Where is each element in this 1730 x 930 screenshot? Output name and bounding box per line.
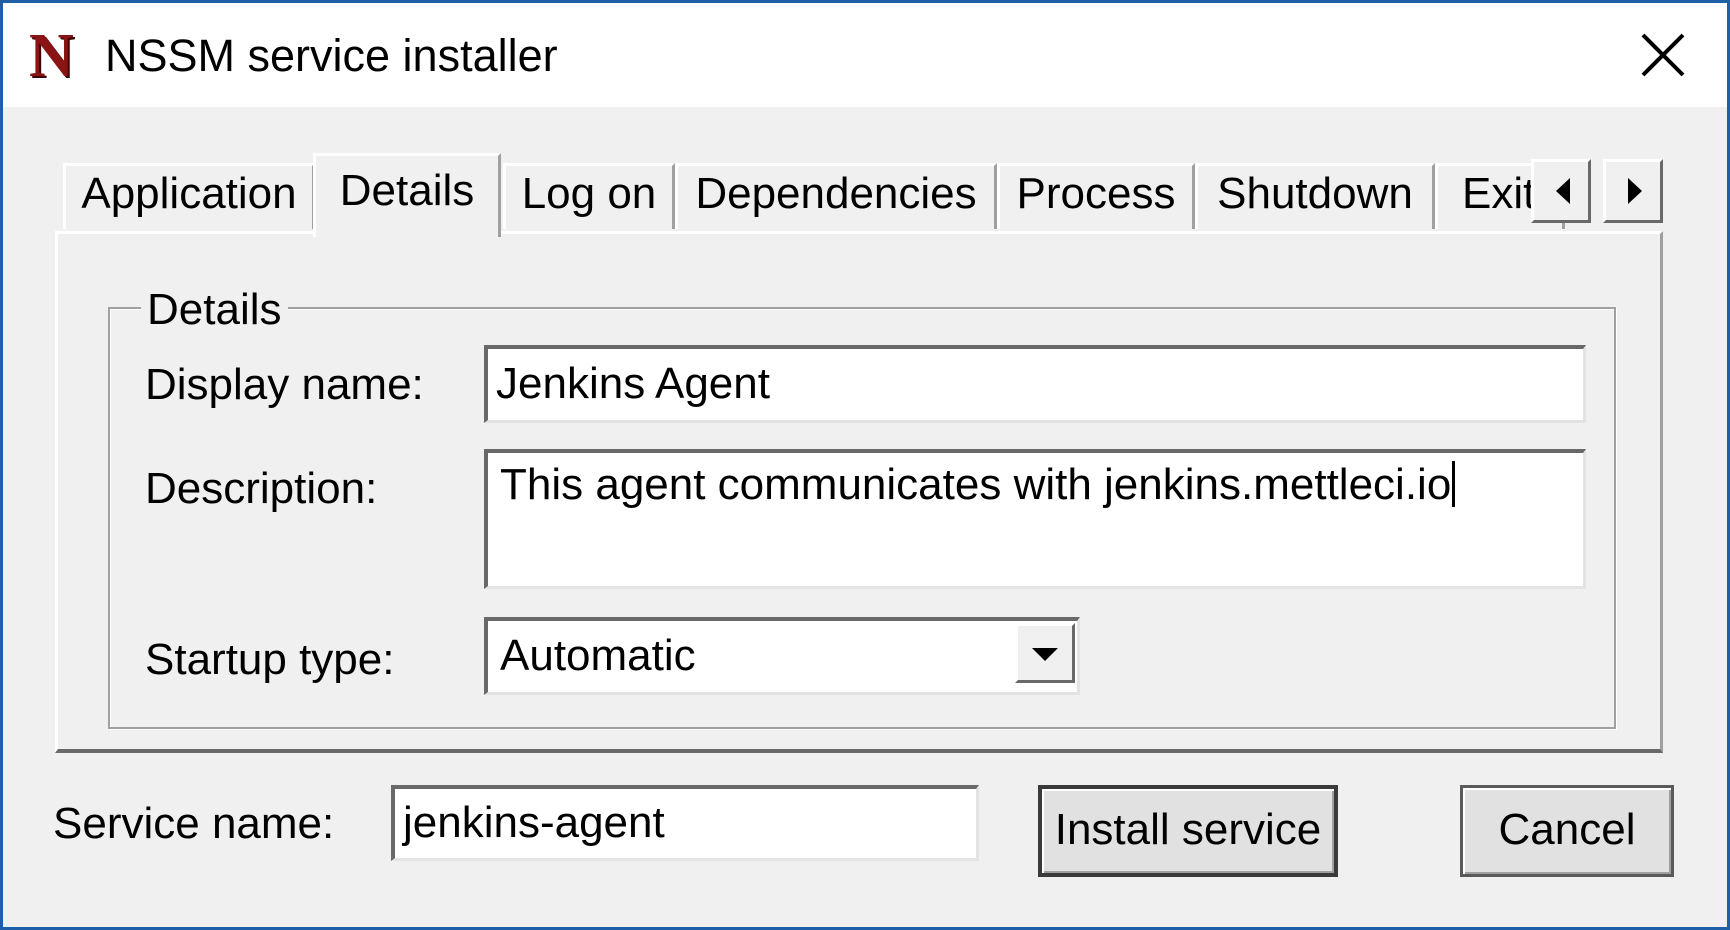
display-name-label: Display name: [145,360,424,409]
service-name-label: Service name: [53,799,335,848]
tab-log-on[interactable]: Log on [503,163,675,229]
close-icon [1641,33,1685,77]
startup-type-label: Startup type: [145,635,395,684]
startup-type-value: Automatic [500,631,696,680]
tab-dependencies[interactable]: Dependencies [675,163,997,229]
tab-shutdown[interactable]: Shutdown [1195,163,1435,229]
close-button[interactable] [1633,25,1693,85]
display-name-field[interactable]: Jenkins Agent [484,345,1586,423]
description-label: Description: [145,464,378,513]
nssm-installer-window: N NSSM service installer Application Det… [0,0,1730,930]
text-caret [1452,461,1456,507]
description-text: This agent communicates with jenkins.met… [500,460,1452,509]
install-service-button[interactable]: Install service [1038,785,1338,877]
chevron-down-icon [1032,648,1058,661]
tab-scroll-right-button[interactable] [1603,159,1663,223]
service-name-field[interactable]: jenkins-agent [391,785,979,861]
title-bar[interactable]: N NSSM service installer [3,3,1727,107]
cancel-button[interactable]: Cancel [1460,785,1674,877]
nssm-logo-icon: N [29,22,74,90]
tab-scroll-left-button[interactable] [1531,159,1591,223]
startup-type-select[interactable]: Automatic [484,617,1080,695]
tab-details[interactable]: Details [313,153,501,237]
dropdown-button[interactable] [1015,623,1075,683]
description-field[interactable]: This agent communicates with jenkins.met… [484,449,1586,589]
details-group-label: Details [141,283,288,337]
triangle-left-icon [1556,178,1570,204]
tab-application[interactable]: Application [63,163,315,229]
tab-process[interactable]: Process [997,163,1195,229]
triangle-right-icon [1628,178,1642,204]
window-title: NSSM service installer [105,30,558,81]
